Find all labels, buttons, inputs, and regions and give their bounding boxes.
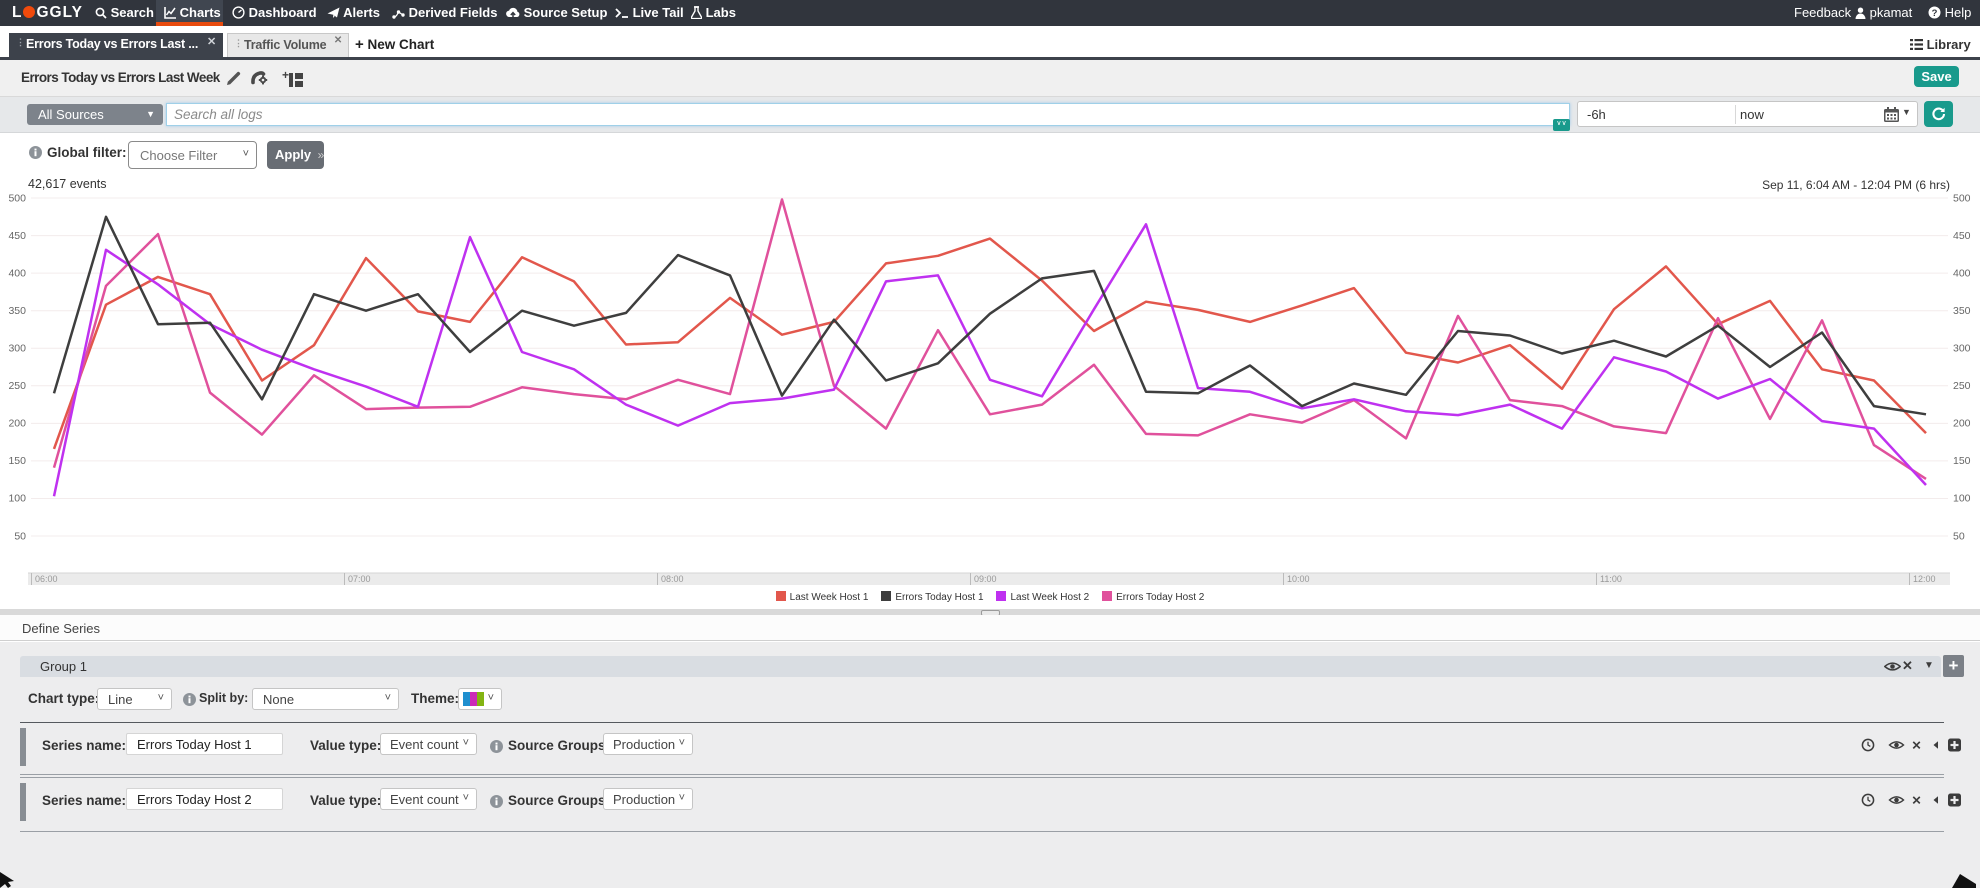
svg-text:150: 150 — [8, 455, 26, 467]
svg-text:✕: ✕ — [1911, 794, 1921, 808]
svg-text:50: 50 — [1953, 531, 1965, 543]
svg-text:100: 100 — [8, 493, 26, 505]
svg-text:450: 450 — [1953, 230, 1971, 242]
svg-text:50: 50 — [14, 531, 26, 543]
svg-text:400: 400 — [1953, 268, 1971, 280]
svg-text:?: ? — [1932, 8, 1938, 19]
svg-text:11:00: 11:00 — [1600, 574, 1622, 584]
svg-text:300: 300 — [8, 343, 26, 355]
svg-text:400: 400 — [8, 268, 26, 280]
svg-text:08:00: 08:00 — [661, 574, 684, 584]
svg-text:12:00: 12:00 — [1913, 574, 1936, 584]
svg-text:✕: ✕ — [1911, 739, 1921, 753]
svg-text:06:00: 06:00 — [35, 574, 58, 584]
svg-text:500: 500 — [1953, 193, 1971, 205]
svg-text:100: 100 — [1953, 493, 1971, 505]
svg-text:450: 450 — [8, 230, 26, 242]
svg-text:350: 350 — [8, 305, 26, 317]
svg-text:200: 200 — [1953, 418, 1971, 430]
svg-text:07:00: 07:00 — [348, 574, 371, 584]
svg-text:10:00: 10:00 — [1287, 574, 1310, 584]
svg-text:250: 250 — [8, 380, 26, 392]
svg-text:500: 500 — [8, 193, 26, 205]
svg-text:200: 200 — [8, 418, 26, 430]
svg-text:09:00: 09:00 — [974, 574, 997, 584]
svg-text:350: 350 — [1953, 305, 1971, 317]
svg-text:250: 250 — [1953, 380, 1971, 392]
svg-text:300: 300 — [1953, 343, 1971, 355]
svg-text:150: 150 — [1953, 455, 1971, 467]
